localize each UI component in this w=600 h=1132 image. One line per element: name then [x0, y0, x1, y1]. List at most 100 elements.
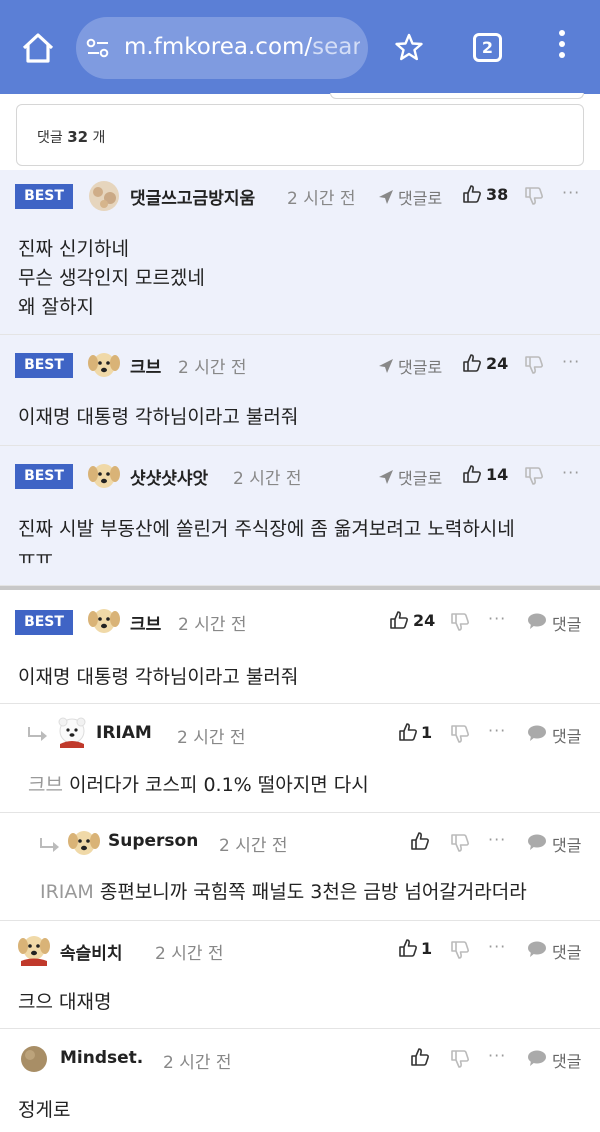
comment-body-line: 이재명 대통령 각하님이라고 불러줘: [18, 666, 299, 688]
nickname[interactable]: Superson: [108, 831, 198, 851]
dislike-icon[interactable]: [450, 612, 470, 632]
nickname[interactable]: 댓글쓰고금방지움: [130, 184, 255, 209]
speech-bubble-icon[interactable]: [527, 724, 547, 744]
url-text[interactable]: m.fmkorea.com/sear: [124, 34, 360, 60]
like-icon[interactable]: [462, 184, 482, 204]
timestamp: 2 시간 전: [177, 728, 246, 748]
dislike-icon[interactable]: [450, 940, 470, 960]
comment-reply: IRIAM 2 시간 전 1 ··· 댓글 크브 이러다가 코스피 0.1% 떨…: [0, 704, 600, 813]
comment-body-line: 왜 잘하지: [18, 296, 94, 318]
like-count: 14: [486, 465, 509, 484]
like-icon[interactable]: [410, 831, 430, 851]
comment-body-line: 크으 대재명: [18, 991, 112, 1013]
reply-button[interactable]: 댓글: [552, 1048, 581, 1072]
timestamp: 2 시간 전: [178, 358, 247, 378]
nickname[interactable]: IRIAM: [96, 723, 152, 743]
mention[interactable]: IRIAM: [40, 881, 94, 903]
url-rest: sear: [312, 34, 360, 60]
best-comment: BEST 크브 2 시간 전 댓글로 24 ··· 이재명 대통령 각하님이라고…: [0, 335, 600, 446]
like-icon[interactable]: [410, 1047, 430, 1067]
best-comment: BEST 댓글쓰고금방지움 2 시간 전 댓글로 38 ··· 진짜 신기하네 …: [0, 170, 600, 335]
reply-arrow-icon: [376, 357, 400, 375]
dislike-icon[interactable]: [450, 833, 470, 853]
dog-avatar-icon[interactable]: [66, 825, 102, 861]
comment-text: 종편보니까 국힘쪽 패널도 3천은 금방 넘어갈거라더라: [99, 881, 527, 903]
tabs-icon[interactable]: 2: [473, 33, 502, 62]
timestamp: 2 시간 전: [163, 1053, 232, 1073]
dislike-icon[interactable]: [524, 355, 544, 375]
more-options-icon[interactable]: ···: [488, 937, 506, 956]
more-options-icon[interactable]: ···: [562, 463, 580, 482]
speech-bubble-icon[interactable]: [527, 612, 547, 632]
speech-bubble-icon[interactable]: [527, 833, 547, 853]
timestamp: 2 시간 전: [155, 944, 224, 964]
reply-arrow-icon: [376, 188, 400, 206]
reply-indent-icon: [26, 725, 50, 743]
comment-count-number: 32: [67, 128, 89, 146]
dog-avatar-icon[interactable]: [86, 347, 122, 383]
avatar[interactable]: [20, 1045, 48, 1073]
comment-body-line: 정게로: [18, 1099, 71, 1121]
mention[interactable]: 크브: [28, 774, 63, 796]
like-icon[interactable]: [398, 938, 418, 958]
dog-avatar-icon[interactable]: [86, 603, 122, 639]
nickname[interactable]: 크브: [130, 610, 161, 635]
nickname[interactable]: Mindset.: [60, 1048, 143, 1068]
like-icon[interactable]: [462, 353, 482, 373]
nickname[interactable]: 속슬비치: [60, 939, 123, 964]
comment-body-line: 이재명 대통령 각하님이라고 불러줘: [18, 406, 299, 428]
dog-avatar-icon[interactable]: [16, 931, 52, 967]
reply-button[interactable]: 댓글: [552, 611, 581, 635]
speech-bubble-icon[interactable]: [527, 1049, 547, 1069]
dislike-icon[interactable]: [450, 724, 470, 744]
more-vert-icon[interactable]: [555, 30, 569, 64]
like-count: 38: [486, 185, 509, 204]
more-options-icon[interactable]: ···: [562, 183, 580, 202]
more-options-icon[interactable]: ···: [562, 352, 580, 371]
dog-avatar-icon[interactable]: [86, 458, 122, 494]
timestamp: 2 시간 전: [178, 615, 247, 635]
address-bar[interactable]: m.fmkorea.com/sear: [76, 17, 368, 79]
browser-toolbar: m.fmkorea.com/sear 2: [0, 0, 600, 94]
comment: BEST 크브 2 시간 전 24 ··· 댓글 이재명 대통령 각하님이라고 …: [0, 590, 600, 704]
like-count: 1: [421, 939, 433, 958]
more-options-icon[interactable]: ···: [488, 830, 506, 849]
reply-button[interactable]: 댓글: [552, 723, 581, 747]
avatar[interactable]: [86, 178, 122, 214]
like-icon[interactable]: [398, 722, 418, 742]
speech-bubble-icon[interactable]: [527, 940, 547, 960]
comment: Mindset. 2 시간 전 ··· 댓글 정게로: [0, 1029, 600, 1132]
dropdown-edge: [330, 93, 584, 99]
comment-body-line: 진짜 신기하네: [18, 238, 129, 260]
best-badge: BEST: [15, 610, 73, 635]
nickname[interactable]: 샷샷샷샤앗: [130, 464, 208, 489]
dislike-icon[interactable]: [450, 1049, 470, 1069]
dislike-icon[interactable]: [524, 186, 544, 206]
star-icon[interactable]: [394, 32, 424, 62]
comment-text: 이러다가 코스피 0.1% 떨아지면 다시: [69, 774, 369, 796]
go-to-comment-link[interactable]: 댓글로: [398, 185, 442, 209]
reply-indent-icon: [38, 836, 62, 854]
nickname[interactable]: 크브: [130, 353, 161, 378]
go-to-comment-link[interactable]: 댓글로: [398, 354, 442, 378]
like-icon[interactable]: [389, 610, 409, 630]
best-badge: BEST: [15, 353, 73, 378]
reply-button[interactable]: 댓글: [552, 939, 581, 963]
comment-body-line: 크브 이러다가 코스피 0.1% 떨아지면 다시: [28, 770, 369, 797]
polar-bear-avatar-icon[interactable]: [54, 714, 90, 750]
like-count: 1: [421, 723, 433, 742]
best-comment: BEST 샷샷샷샤앗 2 시간 전 댓글로 14 ··· 진짜 시발 부동산에 …: [0, 446, 600, 586]
more-options-icon[interactable]: ···: [488, 721, 506, 740]
timestamp: 2 시간 전: [219, 836, 288, 856]
home-icon[interactable]: [18, 28, 58, 68]
dislike-icon[interactable]: [524, 466, 544, 486]
like-count: 24: [486, 354, 509, 373]
go-to-comment-link[interactable]: 댓글로: [398, 465, 442, 489]
like-icon[interactable]: [462, 464, 482, 484]
site-settings-icon[interactable]: [86, 37, 110, 59]
best-badge: BEST: [15, 184, 73, 209]
more-options-icon[interactable]: ···: [488, 1046, 506, 1065]
comment-count-label: 댓글: [37, 130, 63, 146]
reply-button[interactable]: 댓글: [552, 832, 581, 856]
more-options-icon[interactable]: ···: [488, 609, 506, 628]
